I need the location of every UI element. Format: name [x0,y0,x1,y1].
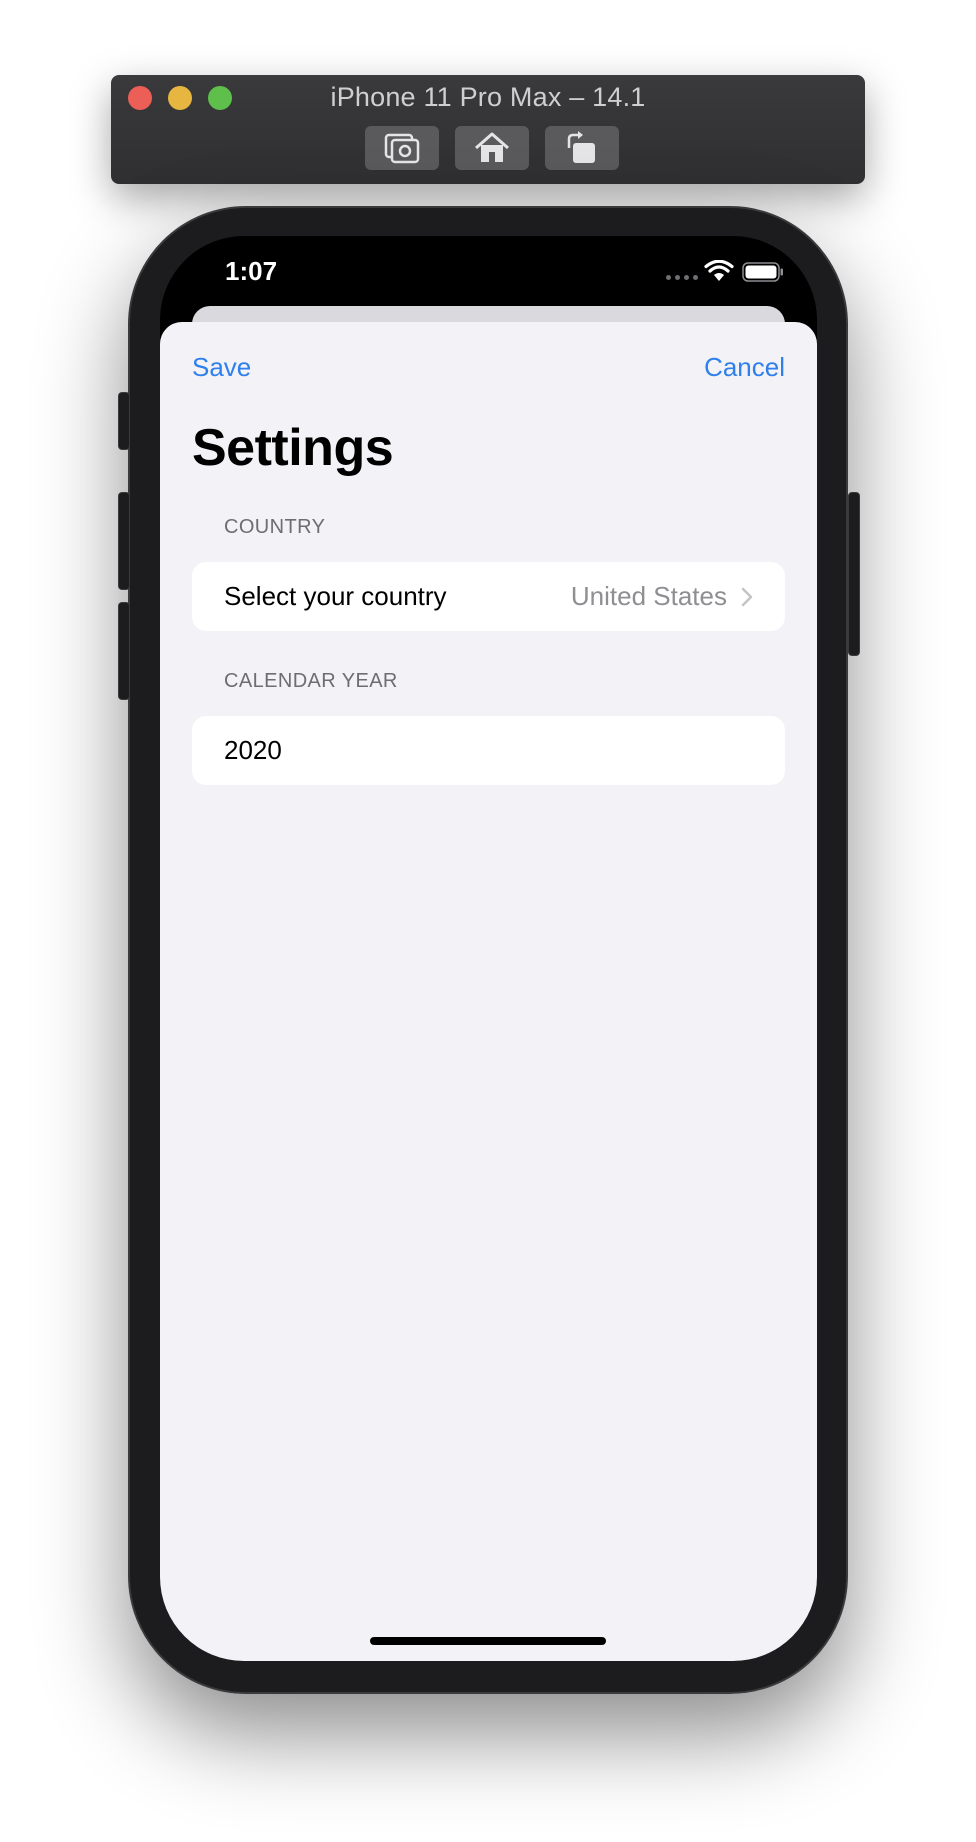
mute-switch[interactable] [118,392,130,450]
screenshot-icon [384,133,420,164]
simulator-title: iPhone 11 Pro Max – 14.1 [330,82,646,112]
phone-screen: 1:07 Save Cancel Settings COUNTRY Select… [160,236,817,1661]
chevron-right-icon [741,587,753,606]
settings-sheet: Save Cancel Settings COUNTRY Select your… [160,322,817,1661]
volume-up-button[interactable] [118,492,130,590]
home-indicator[interactable] [370,1637,606,1645]
calendar-year-field[interactable]: 2020 [192,716,785,785]
notch [322,236,654,284]
power-button[interactable] [848,492,860,656]
country-section-header: COUNTRY [224,516,326,538]
volume-down-button[interactable] [118,602,130,700]
page-title: Settings [192,419,394,477]
home-icon [475,132,509,162]
calendar-year-value: 2020 [224,735,282,765]
status-time: 1:07 [225,256,278,286]
screenshot-button[interactable] [365,126,439,170]
rotate-icon [567,131,595,163]
select-country-label: Select your country [224,581,447,611]
rotate-button[interactable] [545,126,619,170]
stage: iPhone 11 Pro Max – 14.1 1:07 Save Cance… [0,0,976,1842]
calendar-year-section-header: CALENDAR YEAR [224,670,398,692]
cancel-button[interactable]: Cancel [704,352,785,383]
wifi-icon [704,260,734,281]
select-country-row[interactable]: Select your country United States [192,562,785,631]
home-button[interactable] [455,126,529,170]
cellular-signal-icon [666,275,698,280]
selected-country-value: United States [570,581,727,611]
save-button[interactable]: Save [192,352,251,383]
battery-icon [742,262,783,282]
country-value-group: United States [571,581,753,612]
